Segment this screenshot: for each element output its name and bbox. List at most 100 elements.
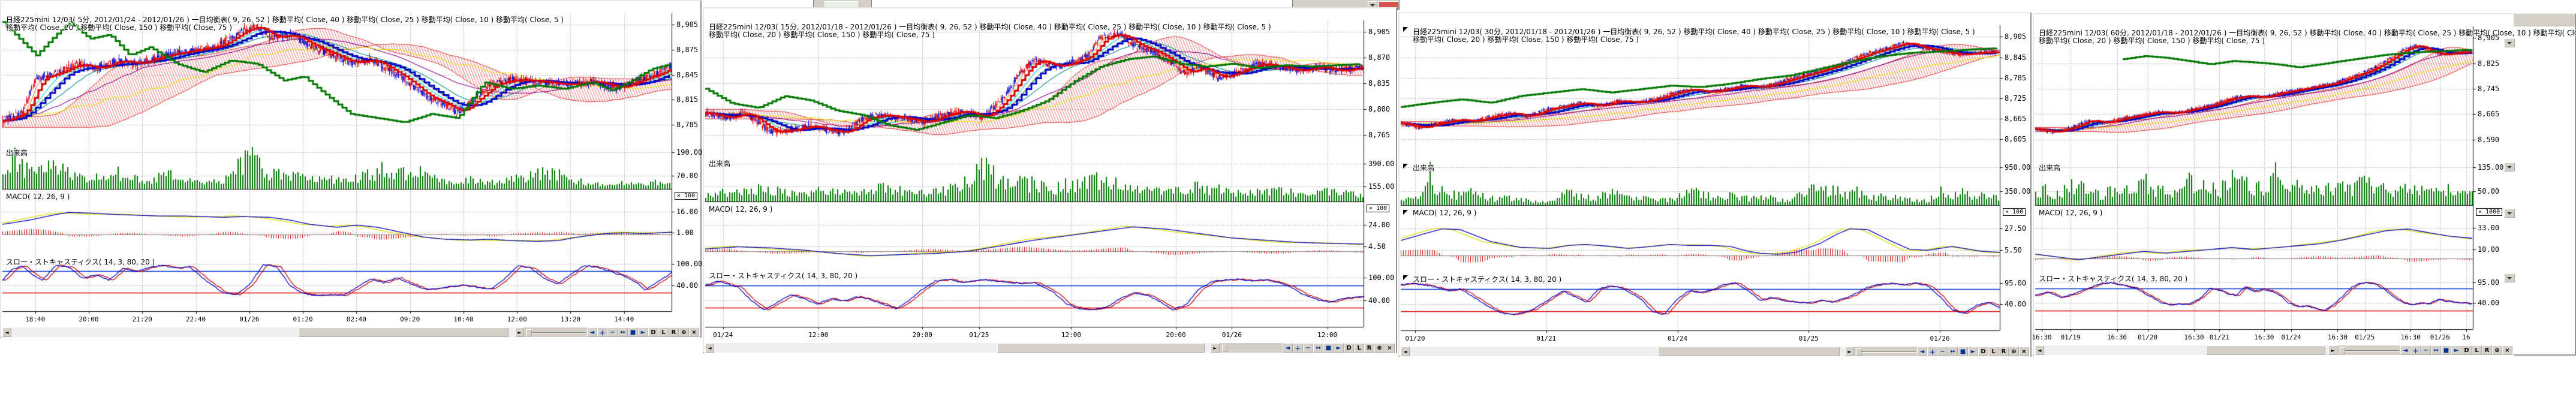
- chart-canvas[interactable]: [1400, 13, 2030, 358]
- scrollbar-left-arrow[interactable]: ◄: [1401, 347, 1410, 356]
- zoom-slider-handle[interactable]: [526, 329, 532, 336]
- scrollbar-thumb[interactable]: [299, 327, 509, 337]
- scrollbar-track[interactable]: [2044, 345, 2328, 355]
- pane-menu-button[interactable]: [2504, 273, 2515, 282]
- scroll-last-icon[interactable]: ►: [1334, 343, 1344, 353]
- zoom-slider[interactable]: [524, 327, 587, 337]
- scrollbar-right-arrow[interactable]: ►: [2328, 345, 2337, 355]
- zoom-out-icon[interactable]: −: [1303, 343, 1313, 353]
- zoom-out-icon[interactable]: −: [607, 327, 618, 337]
- macd-axis-label: 10.00: [2478, 245, 2499, 254]
- chart-canvas[interactable]: [704, 8, 1396, 354]
- scroll-first-icon[interactable]: ◄: [587, 327, 597, 337]
- price-axis-label: 8,905: [2005, 32, 2026, 41]
- scroll-last-icon[interactable]: ►: [1968, 347, 1978, 356]
- stop-icon[interactable]: ■: [1958, 347, 1968, 356]
- magnifier-icon[interactable]: ⊕: [2492, 345, 2502, 355]
- close-icon[interactable]: ×: [2019, 347, 2029, 356]
- magnifier-icon[interactable]: ⊕: [1374, 343, 1385, 353]
- macd-pane-label: MACD( 12, 26, 9 ): [1413, 209, 1476, 217]
- button-r[interactable]: R: [1999, 347, 2009, 356]
- time-axis-label: 16:30: [2401, 333, 2421, 341]
- chart-scrollbar: ◄►◄＋−↔■►DLR⊕×: [705, 342, 1395, 353]
- scrollbar-track[interactable]: [1410, 347, 1845, 356]
- scrollbar-left-arrow[interactable]: ◄: [2035, 345, 2044, 355]
- fit-width-icon[interactable]: ↔: [1948, 347, 1958, 356]
- button-l[interactable]: L: [1354, 343, 1364, 353]
- macd-pane-label: MACD( 12, 26, 9 ): [6, 193, 70, 201]
- button-r[interactable]: R: [1364, 343, 1374, 353]
- fit-width-icon[interactable]: ↔: [618, 327, 628, 337]
- zoom-in-icon[interactable]: ＋: [2411, 345, 2421, 355]
- chart-canvas[interactable]: [2034, 14, 2514, 357]
- zoom-slider[interactable]: [1220, 343, 1283, 353]
- macd-axis-label: 24.00: [1368, 221, 1390, 229]
- time-axis-label: 01/20: [2138, 333, 2157, 341]
- scrollbar-thumb[interactable]: [2206, 345, 2325, 355]
- button-r[interactable]: R: [2482, 345, 2492, 355]
- button-l[interactable]: L: [658, 327, 669, 337]
- pane-menu-button[interactable]: [2504, 38, 2515, 47]
- scroll-last-icon[interactable]: ►: [2451, 345, 2461, 355]
- zoom-slider-handle[interactable]: [2340, 347, 2345, 354]
- close-icon[interactable]: ×: [1385, 343, 1395, 353]
- scrollbar-right-arrow[interactable]: ►: [1845, 347, 1854, 356]
- magnifier-icon[interactable]: ⊕: [2009, 347, 2019, 356]
- scrollbar-track[interactable]: [11, 327, 515, 337]
- scrollbar-right-arrow[interactable]: ►: [515, 327, 524, 337]
- time-axis-label: 16:30: [2184, 333, 2204, 341]
- button-l[interactable]: L: [1988, 347, 1999, 356]
- arrow-nw-icon: [1403, 164, 1408, 169]
- button-d[interactable]: D: [1344, 343, 1354, 353]
- button-d[interactable]: D: [2461, 345, 2472, 355]
- zoom-slider[interactable]: [1854, 347, 1917, 356]
- button-r[interactable]: R: [669, 327, 679, 337]
- scroll-first-icon[interactable]: ◄: [2400, 345, 2411, 355]
- chart-canvas[interactable]: [1, 1, 700, 339]
- stop-icon[interactable]: ■: [628, 327, 638, 337]
- fit-width-icon[interactable]: ↔: [1313, 343, 1323, 353]
- volume-pane-label: 出来高: [709, 158, 730, 169]
- scrollbar-left-arrow[interactable]: ◄: [705, 343, 714, 353]
- stochastics-pane-label: スロー・ストキャスティクス( 14, 3, 80, 20 ): [1413, 274, 1561, 284]
- button-d[interactable]: D: [648, 327, 658, 337]
- magnifier-icon[interactable]: ⊕: [679, 327, 689, 337]
- stochastics-pane-label: スロー・ストキャスティクス( 14, 3, 80, 20 ): [6, 257, 155, 267]
- close-icon[interactable]: ×: [2502, 345, 2512, 355]
- scroll-first-icon[interactable]: ◄: [1283, 343, 1293, 353]
- button-l[interactable]: L: [2472, 345, 2482, 355]
- zoom-slider[interactable]: [2337, 345, 2400, 355]
- stop-icon[interactable]: ■: [1323, 343, 1334, 353]
- pane-menu-button[interactable]: [2504, 163, 2515, 172]
- zoom-in-icon[interactable]: ＋: [1927, 347, 1937, 356]
- scrollbar-thumb[interactable]: [997, 343, 1205, 353]
- zoom-out-icon[interactable]: −: [1937, 347, 1948, 356]
- zoom-in-icon[interactable]: ＋: [597, 327, 607, 337]
- chart-window-30分: 先物日経225mini12/03足1◢日週月分T分30◢本数500◢適用複数銘柄…: [1398, 12, 2032, 357]
- scroll-last-icon[interactable]: ►: [638, 327, 648, 337]
- button-d[interactable]: D: [1978, 347, 1988, 356]
- time-axis-label: 12:00: [1317, 331, 1337, 339]
- scroll-first-icon[interactable]: ◄: [1917, 347, 1927, 356]
- pane-menu-button[interactable]: [2504, 209, 2515, 218]
- fit-width-icon[interactable]: ↔: [2431, 345, 2441, 355]
- time-axis-label: 10:40: [453, 315, 473, 323]
- macd-pane-label: MACD( 12, 26, 9 ): [2039, 209, 2102, 217]
- stoch-axis-label: 40.00: [676, 281, 698, 290]
- stop-icon[interactable]: ■: [2441, 345, 2451, 355]
- scrollbar-thumb[interactable]: [1658, 347, 1840, 356]
- zoom-slider-handle[interactable]: [1856, 348, 1862, 356]
- chart-legend-row2: 移動平均( Close, 20 ) 移動平均( Close, 150 ) 移動平…: [1413, 34, 1639, 44]
- time-axis-label: 22:40: [186, 315, 206, 323]
- scrollbar-track[interactable]: [714, 343, 1211, 353]
- zoom-slider-handle[interactable]: [1222, 345, 1227, 352]
- chart-legend-row2: 移動平均( Close, 20 ) 移動平均( Close, 150 ) 移動平…: [6, 22, 232, 32]
- volume-multiplier-box: × 100: [2003, 208, 2026, 216]
- scrollbar-left-arrow[interactable]: ◄: [2, 327, 11, 337]
- zoom-out-icon[interactable]: −: [2421, 345, 2431, 355]
- scrollbar-right-arrow[interactable]: ►: [1211, 343, 1220, 353]
- time-axis-label: 12:00: [1061, 331, 1081, 339]
- volume-axis-label: 390.00: [1368, 160, 1394, 168]
- zoom-in-icon[interactable]: ＋: [1293, 343, 1303, 353]
- close-icon[interactable]: ×: [689, 327, 699, 337]
